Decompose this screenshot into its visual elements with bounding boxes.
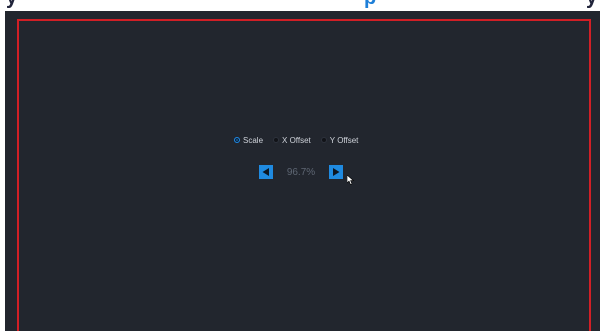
radio-unselected-icon[interactable] [320,137,327,143]
increase-button[interactable] [329,165,343,179]
mode-label: Y Offset [329,135,359,145]
value-stepper: 96.7% [259,165,343,179]
cutoff-heading-fragment: p [364,0,376,10]
mode-option-scale[interactable]: Scale [234,136,263,145]
mode-option-x-offset[interactable]: X Offset [273,136,311,145]
adjust-mode-group: Scale X Offset Y Offset [234,133,358,147]
cutoff-heading-fragment: y [586,0,597,10]
radio-unselected-icon[interactable] [273,137,280,143]
mouse-pointer-icon [347,175,355,185]
radio-selected-icon[interactable] [234,137,240,143]
value-readout: 96.7% [286,166,316,178]
mode-label: X Offset [282,135,311,145]
triangle-right-icon [333,168,340,176]
cutoff-heading-fragment: y [6,0,17,10]
mode-option-y-offset[interactable]: Y Offset [320,135,359,145]
triangle-left-icon [262,168,269,176]
decrease-button[interactable] [259,165,273,179]
mode-label: Scale [243,135,264,145]
top-cutoff-strip: y p y [0,0,603,11]
